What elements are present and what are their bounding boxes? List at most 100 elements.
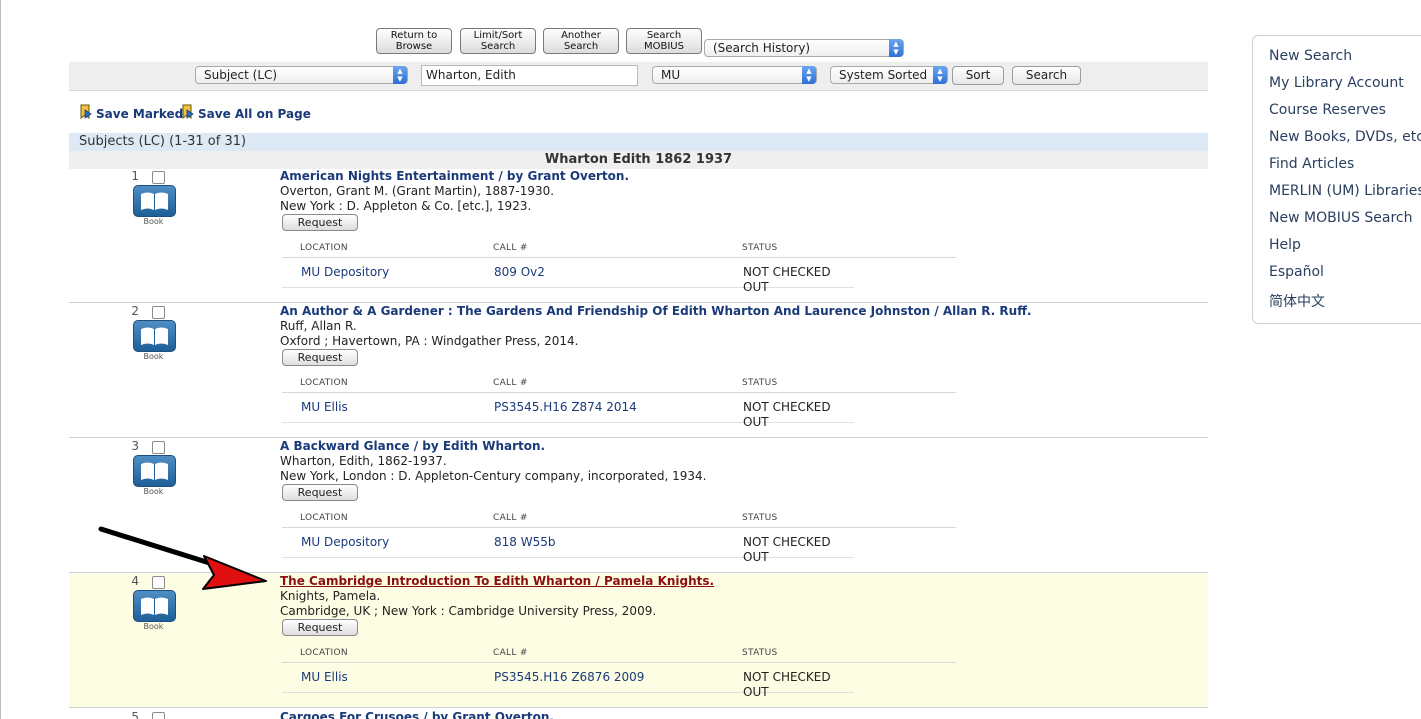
subject-heading: Wharton Edith 1862 1937 bbox=[69, 151, 1208, 169]
location-header: LOCATION bbox=[300, 513, 348, 523]
another-search-button[interactable]: Another Search bbox=[543, 28, 619, 54]
sidebar-link-5[interactable]: MERLIN (UM) Libraries bbox=[1269, 183, 1421, 199]
record-author: Wharton, Edith, 1862-1937. bbox=[280, 454, 447, 468]
scope-select[interactable]: MU ▲ ▼ bbox=[652, 66, 817, 84]
sidebar-link-9[interactable]: 简体中文 bbox=[1269, 291, 1325, 311]
search-mobius-button[interactable]: Search MOBIUS bbox=[626, 28, 702, 54]
record-checkbox[interactable] bbox=[152, 441, 165, 454]
record-author: Knights, Pamela. bbox=[280, 589, 381, 603]
bookmark-icon bbox=[182, 104, 194, 119]
record-title-link[interactable]: A Backward Glance / by Edith Wharton. bbox=[280, 439, 545, 453]
call-number-header: CALL # bbox=[493, 243, 528, 253]
result-record-2: 2 Book An Author & A Gardener : The Gard… bbox=[69, 304, 1208, 438]
status-text: NOT CHECKED OUT bbox=[743, 400, 831, 429]
holdings-row: MU Depository 809 Ov2 NOT CHECKED OUT bbox=[282, 257, 854, 294]
request-button[interactable]: Request bbox=[282, 214, 358, 231]
location-header: LOCATION bbox=[300, 378, 348, 388]
record-publication: Cambridge, UK ; New York : Cambridge Uni… bbox=[280, 604, 657, 618]
record-publication: New York : D. Appleton & Co. [etc.], 192… bbox=[280, 199, 532, 213]
status-header: STATUS bbox=[742, 378, 778, 388]
material-type-label: Book bbox=[143, 487, 164, 496]
left-border bbox=[0, 0, 1, 719]
holdings-row: MU Ellis PS3545.H16 Z874 2014 NOT CHECKE… bbox=[282, 392, 854, 429]
search-index-select[interactable]: Subject (LC) ▲ ▼ bbox=[195, 66, 408, 84]
record-number: 1 bbox=[131, 169, 139, 183]
record-title-link[interactable]: An Author & A Gardener : The Gardens And… bbox=[280, 304, 1031, 318]
sidebar-link-2[interactable]: Course Reserves bbox=[1269, 102, 1386, 118]
sidebar-link-8[interactable]: Español bbox=[1269, 264, 1324, 280]
call-number-link[interactable]: 809 Ov2 bbox=[494, 265, 545, 279]
status-header: STATUS bbox=[742, 648, 778, 658]
call-number-header: CALL # bbox=[493, 513, 528, 523]
record-checkbox[interactable] bbox=[152, 712, 165, 719]
material-type-label: Book bbox=[143, 622, 164, 631]
record-number: 2 bbox=[131, 304, 139, 318]
sidebar-link-1[interactable]: My Library Account bbox=[1269, 75, 1404, 91]
book-icon bbox=[133, 185, 176, 217]
status-text: NOT CHECKED OUT bbox=[743, 670, 831, 699]
record-checkbox[interactable] bbox=[152, 576, 165, 589]
request-button[interactable]: Request bbox=[282, 619, 358, 636]
record-number: 5 bbox=[131, 710, 139, 719]
record-number: 3 bbox=[131, 439, 139, 453]
call-number-link[interactable]: PS3545.H16 Z6876 2009 bbox=[494, 670, 644, 684]
location-header: LOCATION bbox=[300, 648, 348, 658]
search-button[interactable]: Search bbox=[1012, 66, 1081, 85]
record-checkbox[interactable] bbox=[152, 171, 165, 184]
record-title-link[interactable]: Cargoes For Crusoes / by Grant Overton. bbox=[280, 710, 554, 719]
location-link[interactable]: MU Depository bbox=[301, 535, 389, 549]
material-type-label: Book bbox=[143, 352, 164, 361]
holdings-header: LOCATION CALL # STATUS bbox=[282, 239, 956, 258]
sort-button[interactable]: Sort bbox=[952, 66, 1004, 85]
status-header: STATUS bbox=[742, 513, 778, 523]
request-button[interactable]: Request bbox=[282, 349, 358, 366]
record-author: Overton, Grant M. (Grant Martin), 1887-1… bbox=[280, 184, 555, 198]
request-button[interactable]: Request bbox=[282, 484, 358, 501]
holdings-header: LOCATION CALL # STATUS bbox=[282, 374, 956, 393]
record-number: 4 bbox=[131, 574, 139, 588]
holdings-row: MU Ellis PS3545.H16 Z6876 2009 NOT CHECK… bbox=[282, 662, 854, 699]
return-to-browse-button[interactable]: Return to Browse bbox=[376, 28, 452, 54]
result-record-5: 5 Cargoes For Crusoes / by Grant Overton… bbox=[69, 710, 1208, 719]
sidebar-link-3[interactable]: New Books, DVDs, etc. bbox=[1269, 129, 1421, 145]
select-arrows-icon: ▲ ▼ bbox=[889, 39, 903, 57]
sidebar-link-4[interactable]: Find Articles bbox=[1269, 156, 1354, 172]
holdings-header: LOCATION CALL # STATUS bbox=[282, 644, 956, 663]
location-link[interactable]: MU Ellis bbox=[301, 400, 348, 414]
sidebar-menu: New Search My Library Account Course Reser… bbox=[1252, 35, 1421, 324]
sidebar-link-7[interactable]: Help bbox=[1269, 237, 1301, 253]
result-record-3: 3 Book A Backward Glance / by Edith Whar… bbox=[69, 439, 1208, 573]
status-text: NOT CHECKED OUT bbox=[743, 535, 831, 564]
call-number-link[interactable]: 818 W55b bbox=[494, 535, 555, 549]
search-term-input[interactable]: Wharton, Edith bbox=[421, 65, 638, 86]
record-publication: Oxford ; Havertown, PA : Windgather Pres… bbox=[280, 334, 579, 348]
record-checkbox[interactable] bbox=[152, 306, 165, 319]
holdings-row: MU Depository 818 W55b NOT CHECKED OUT bbox=[282, 527, 854, 564]
record-title-link[interactable]: The Cambridge Introduction To Edith Whar… bbox=[280, 574, 714, 588]
bookmark-icon bbox=[80, 104, 92, 119]
sidebar-link-6[interactable]: New MOBIUS Search bbox=[1269, 210, 1413, 226]
book-icon bbox=[133, 590, 176, 622]
location-link[interactable]: MU Depository bbox=[301, 265, 389, 279]
call-number-header: CALL # bbox=[493, 378, 528, 388]
sidebar-link-0[interactable]: New Search bbox=[1269, 48, 1352, 64]
search-history-select[interactable]: (Search History) ▲ ▼ bbox=[704, 39, 904, 57]
select-arrows-icon: ▲ ▼ bbox=[802, 66, 816, 84]
select-arrows-icon: ▲ ▼ bbox=[393, 66, 407, 84]
result-record-4: 4 Book The Cambridge Introduction To Edi… bbox=[69, 574, 1208, 708]
status-text: NOT CHECKED OUT bbox=[743, 265, 831, 294]
subject-count-header: Subjects (LC) (1-31 of 31) bbox=[69, 133, 1208, 151]
book-icon bbox=[133, 320, 176, 352]
book-icon bbox=[133, 455, 176, 487]
record-title-link[interactable]: American Nights Entertainment / by Grant… bbox=[280, 169, 629, 183]
call-number-link[interactable]: PS3545.H16 Z874 2014 bbox=[494, 400, 637, 414]
location-link[interactable]: MU Ellis bbox=[301, 670, 348, 684]
search-bar: Subject (LC) ▲ ▼ Wharton, Edith MU ▲ ▼ Sys… bbox=[69, 62, 1208, 91]
record-author: Ruff, Allan R. bbox=[280, 319, 357, 333]
material-type-label: Book bbox=[143, 217, 164, 226]
result-record-1: 1 Book American Nights Entertainment / b… bbox=[69, 169, 1208, 303]
sort-select[interactable]: System Sorted ▲ ▼ bbox=[830, 66, 948, 84]
save-marked-button[interactable]: Save Marked bbox=[80, 104, 183, 122]
limit-sort-search-button[interactable]: Limit/Sort Search bbox=[460, 28, 536, 54]
save-all-on-page-button[interactable]: Save All on Page bbox=[182, 104, 311, 122]
